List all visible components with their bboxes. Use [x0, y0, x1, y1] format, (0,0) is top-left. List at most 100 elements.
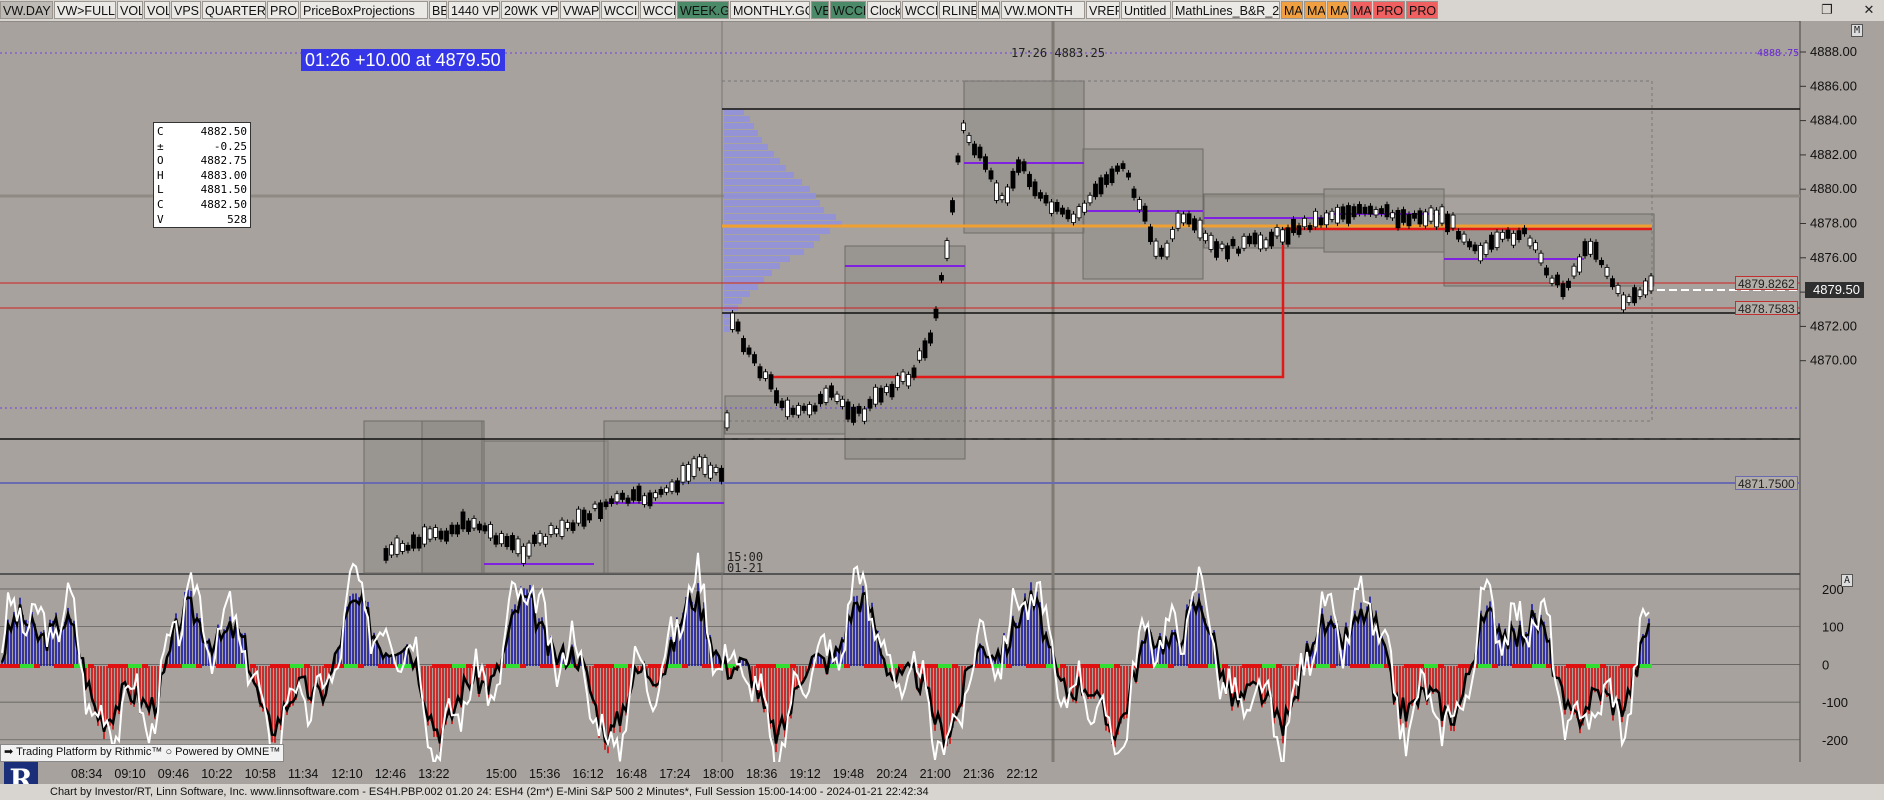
toolbar-button-1[interactable]: VW>FULL	[54, 1, 116, 19]
toolbar-button-9[interactable]: 1440 VP	[448, 1, 500, 19]
panel-marker-bottom[interactable]: A	[1841, 574, 1854, 587]
candle-body	[807, 404, 812, 416]
level-label: 4888.75	[1757, 48, 1800, 59]
toolbar-button-26[interactable]: MA	[1281, 1, 1303, 19]
profile-bar	[724, 172, 794, 178]
candle-body	[895, 375, 900, 388]
cci-white-line	[1, 552, 1650, 762]
close-icon[interactable]: ✕	[1860, 2, 1878, 18]
toolbar-button-5[interactable]: QUARTER	[202, 1, 266, 19]
candle-body	[1362, 206, 1368, 214]
toolbar-button-20[interactable]: RLINE	[939, 1, 977, 19]
candle-body	[1318, 217, 1324, 226]
candle-body	[1417, 210, 1423, 225]
candle-body	[1280, 229, 1285, 243]
time-tick: 08:34	[71, 767, 103, 781]
toolbar-button-24[interactable]: Untitled	[1121, 1, 1171, 19]
candle-body	[944, 240, 950, 259]
candle-body	[653, 492, 658, 499]
profile-bar	[724, 193, 816, 199]
candle-body	[1214, 241, 1219, 258]
ohlc-row: C 4882.50	[157, 198, 247, 213]
toolbar-button-2[interactable]: VOL	[117, 1, 143, 19]
candle-body	[1109, 168, 1115, 184]
profile-bar	[724, 207, 824, 213]
candle-body	[774, 390, 779, 404]
profile-bar	[724, 256, 790, 262]
time-tick: 17:24	[659, 767, 691, 781]
toolbar-button-31[interactable]: PROF	[1406, 1, 1438, 19]
chart-area[interactable]: 4888.00 4886.00 4884.00 4882.00 4880.00 4878.…	[0, 21, 1884, 762]
candle-body	[878, 387, 884, 403]
candle-body	[1258, 234, 1263, 250]
toolbar-button-14[interactable]: WEEK.GC	[677, 1, 729, 19]
panel-marker-top[interactable]: M	[1851, 24, 1864, 37]
candle-body	[444, 530, 449, 542]
toolbar-button-21[interactable]: MA	[978, 1, 1000, 19]
candle-body	[1472, 244, 1478, 252]
toolbar-button-30[interactable]: PROF	[1373, 1, 1405, 19]
toolbar-button-0[interactable]: VW.DAY	[0, 1, 53, 19]
profile-bar	[724, 298, 742, 304]
candle-body	[1159, 247, 1164, 257]
toolbar-button-19[interactable]: WCCI	[902, 1, 938, 19]
candle-body	[823, 387, 829, 403]
toolbar-button-11[interactable]: VWAP	[560, 1, 600, 19]
candle-body	[1439, 206, 1445, 224]
candle-body	[1219, 243, 1225, 249]
restore-icon[interactable]: ❐	[1818, 2, 1836, 18]
toolbar-button-27[interactable]: MA	[1304, 1, 1326, 19]
toolbar-button-25[interactable]: MathLines_B&R_20	[1172, 1, 1280, 19]
session-date-label: 01-21	[727, 561, 764, 575]
toolbar-button-6[interactable]: PROF	[267, 1, 299, 19]
candle-body	[433, 527, 438, 538]
ohlc-key: L	[157, 183, 164, 197]
ohlc-key: ±	[157, 139, 164, 153]
rithmic-banner[interactable]: ➡ Trading Platform by Rithmic™ ○ Powered…	[0, 744, 285, 762]
toolbar-button-17[interactable]: WCCI	[830, 1, 866, 19]
toolbar-button-12[interactable]: WCCI	[601, 1, 639, 19]
candle-body	[933, 308, 939, 319]
candle-body	[955, 155, 961, 163]
candle-body	[1274, 226, 1280, 237]
toolbar-button-18[interactable]: Clock	[867, 1, 901, 19]
candle-body	[1181, 213, 1186, 224]
ohlc-row: H 4883.00	[157, 169, 247, 184]
toolbar-button-4[interactable]: VPS	[171, 1, 201, 19]
ohlc-value: 4882.75	[200, 154, 247, 168]
toolbar-button-7[interactable]: PriceBoxProjections	[300, 1, 428, 19]
toolbar-button-3[interactable]: VOL	[144, 1, 170, 19]
candle-body	[1483, 242, 1489, 255]
toolbar-button-10[interactable]: 20WK VP	[501, 1, 559, 19]
toolbar-button-8[interactable]: BB	[429, 1, 447, 19]
profile-bar	[724, 186, 810, 192]
candle-body	[873, 386, 878, 405]
time-tick: 19:48	[832, 767, 865, 781]
ohlc-row: ± -0.25	[157, 140, 247, 155]
candle-body	[1241, 235, 1247, 249]
time-tick: 18:00	[702, 767, 734, 781]
toolbar-button-29[interactable]: MA	[1350, 1, 1372, 19]
candle-body	[1423, 211, 1428, 227]
toolbar-button-15[interactable]: MONTHLY.GC	[730, 1, 810, 19]
candle-body	[999, 195, 1005, 201]
price-tick-label: 4870.00	[1810, 353, 1857, 368]
candle-body	[884, 386, 889, 393]
toolbar-button-13[interactable]: WCCI	[640, 1, 676, 19]
toolbar-button-16[interactable]: VB	[811, 1, 829, 19]
candle-body	[411, 534, 416, 549]
toolbar-button-28[interactable]: MA	[1327, 1, 1349, 19]
candle-body	[994, 182, 999, 201]
toolbar-button-23[interactable]: VREF	[1086, 1, 1120, 19]
profile-bar	[724, 214, 836, 220]
candle-body	[1522, 227, 1527, 235]
candle-body	[1450, 214, 1456, 229]
candle-body	[708, 464, 713, 479]
candle-body	[906, 374, 911, 387]
time-tick: 09:46	[157, 767, 190, 781]
candle-body	[1445, 213, 1450, 233]
ohlc-row: V 528	[157, 213, 247, 228]
toolbar-button-22[interactable]: VW.MONTH	[1001, 1, 1085, 19]
profile-bar	[724, 284, 758, 290]
candle-body	[383, 548, 389, 561]
